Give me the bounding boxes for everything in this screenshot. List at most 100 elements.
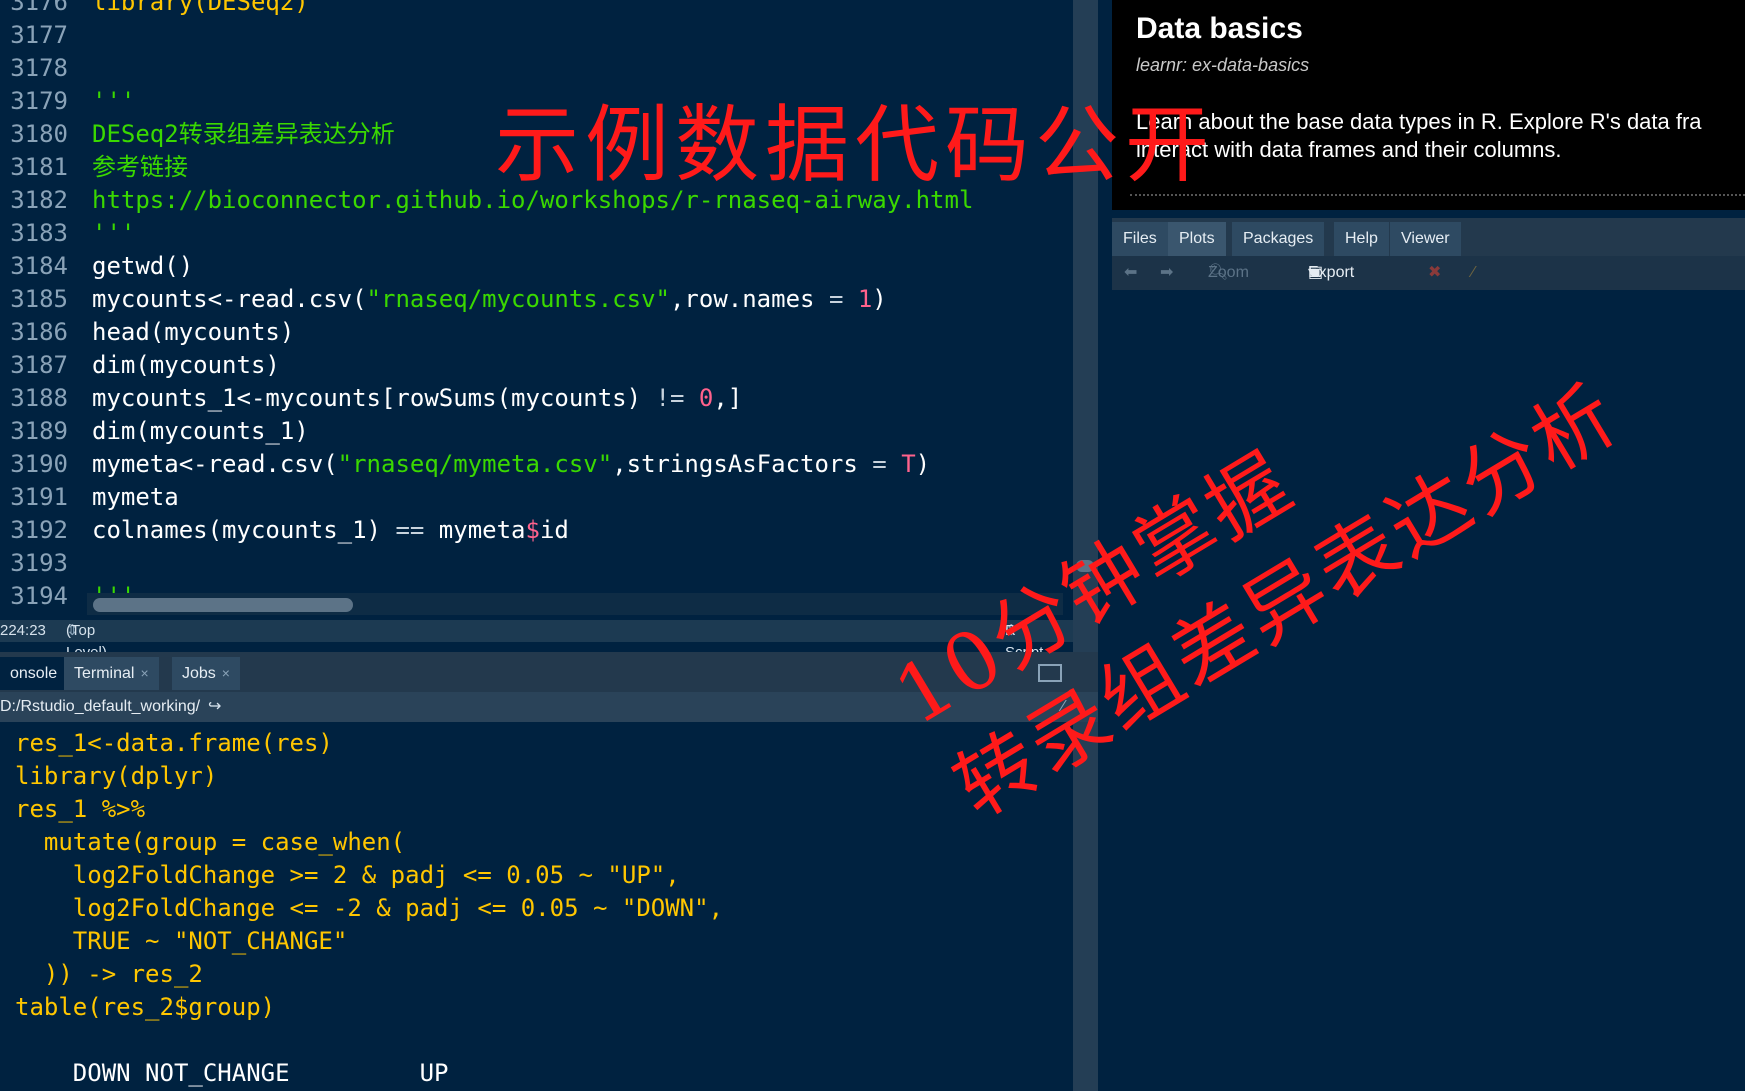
line-number: 3187 [10, 351, 68, 379]
code-token: colnames(mycounts_1) [92, 516, 396, 544]
code-token: mymeta [92, 483, 179, 511]
line-number: 3194 [10, 582, 68, 610]
code-token: 0 [698, 384, 714, 412]
code-token: != [655, 384, 685, 412]
code-text[interactable]: 参考链接 [92, 151, 188, 184]
code-token: = [828, 285, 844, 313]
console-input-line: table(res_2$group) [15, 993, 276, 1021]
code-token: ) [872, 285, 887, 313]
code-token: ,] [713, 384, 743, 412]
code-token: == [395, 516, 425, 544]
tab-terminal-label: Terminal [74, 665, 135, 682]
line-number: 3188 [10, 384, 68, 412]
line-number: 3182 [10, 186, 68, 214]
code-text[interactable]: mycounts_1<-mycounts[rowSums(mycounts) !… [92, 382, 742, 415]
line-number: 3176 [10, 0, 68, 16]
code-text[interactable]: colnames(mycounts_1) == mymeta$id [92, 514, 569, 547]
scope-selector[interactable]: (Top Level) ⇕ [66, 620, 107, 661]
code-text[interactable]: getwd() [92, 250, 193, 283]
code-text[interactable]: ''' [92, 217, 135, 250]
remove-plot-icon[interactable]: ✖ [1428, 256, 1441, 290]
code-text[interactable]: mymeta [92, 481, 179, 514]
chevron-down-icon: ▾ [1308, 264, 1317, 281]
editor-scroll-thumb[interactable] [93, 598, 353, 612]
tab-files[interactable]: Files [1112, 222, 1168, 256]
console-input-line: TRUE ~ "NOT_CHANGE" [15, 927, 348, 955]
code-text[interactable]: head(mycounts) [92, 316, 294, 349]
tutorial-description-line2: interact with data frames and their colu… [1136, 137, 1562, 162]
editor-horizontal-scrollbar[interactable] [87, 593, 1063, 615]
console-input-line: log2FoldChange >= 2 & padj <= 0.05 ~ "UP… [15, 861, 680, 889]
code-token: getwd() [92, 252, 194, 280]
code-token: id [539, 516, 569, 544]
cursor-position: 224:23 [0, 622, 46, 639]
tab-console[interactable]: onsole [0, 657, 68, 690]
watermark-top: 示例数据代码公开 [495, 96, 1216, 194]
right-pane-tabbar: Files Plots Packages Help Viewer [1112, 218, 1745, 256]
code-token: mycounts<-read.csv( [92, 285, 367, 313]
code-text[interactable]: mycounts<-read.csv("rnaseq/mycounts.csv"… [92, 283, 887, 316]
line-number: 3190 [10, 450, 68, 478]
code-token: ) [915, 450, 931, 478]
console-input-line: )) -> res_2 [15, 960, 203, 988]
code-token: = [872, 450, 887, 478]
tab-console-label: onsole [10, 665, 58, 682]
line-number: 3177 [10, 21, 68, 49]
tab-terminal[interactable]: Terminal × [64, 657, 159, 690]
code-token: head(mycounts) [92, 318, 295, 346]
tutorial-subtitle: learnr: ex-data-basics [1136, 55, 1310, 75]
code-token: 参考链接 [92, 153, 188, 181]
tab-plots[interactable]: Plots [1168, 222, 1226, 256]
code-text[interactable]: ''' [92, 85, 135, 118]
close-icon[interactable]: × [140, 665, 148, 681]
console-input-line: res_1<-data.frame(res) [15, 729, 333, 757]
code-token: ,stringsAsFactors [612, 450, 873, 478]
tab-help[interactable]: Help [1334, 222, 1389, 256]
back-arrow-icon[interactable]: ⬅ [1124, 256, 1137, 290]
code-token: 1 [857, 285, 873, 313]
line-number: 3179 [10, 87, 68, 115]
tab-viewer[interactable]: Viewer [1390, 222, 1461, 256]
code-text[interactable]: mymeta<-read.csv("rnaseq/mymeta.csv",str… [92, 448, 930, 481]
line-number: 3178 [10, 54, 68, 82]
console-input-line: library(dplyr) [15, 762, 218, 790]
line-number: 3186 [10, 318, 68, 346]
tutorial-description: Learn about the base data types in R. Ex… [1136, 108, 1702, 164]
line-number: 3193 [10, 549, 68, 577]
tab-packages[interactable]: Packages [1232, 222, 1325, 256]
line-number: 3189 [10, 417, 68, 445]
code-token: dim(mycounts_1) [92, 417, 309, 445]
goto-directory-icon[interactable]: ↪ [208, 692, 221, 722]
line-number: 3184 [10, 252, 68, 280]
code-token: ,row.names [669, 285, 829, 313]
line-number: 3192 [10, 516, 68, 544]
working-directory: D:/Rstudio_default_working/ [0, 698, 201, 715]
code-text[interactable]: DESeq2转录组差异表达分析 [92, 118, 395, 151]
code-text[interactable]: library(DESeq2) [92, 0, 309, 19]
code-token: "rnaseq/mymeta.csv" [337, 450, 613, 478]
tutorial-description-line1: Learn about the base data types in R. Ex… [1136, 109, 1702, 134]
console-output[interactable]: res_1<-data.frame(res) library(dplyr) res_… [0, 722, 1073, 1091]
code-token: ''' [92, 87, 136, 115]
code-token: ''' [92, 219, 136, 247]
forward-arrow-icon[interactable]: ➡ [1160, 256, 1173, 290]
code-token: mymeta<-read.csv( [92, 450, 338, 478]
code-token: $ [525, 516, 540, 544]
line-number: 3183 [10, 219, 68, 247]
console-output-line: DOWN NOT_CHANGE UP [15, 1059, 449, 1087]
clear-plots-broom-icon[interactable]: ⁄ [1472, 256, 1475, 290]
tab-jobs[interactable]: Jobs × [172, 657, 240, 690]
code-token: dim(mycounts) [92, 351, 280, 379]
console-input-line: res_1 %>% [15, 795, 146, 823]
code-text[interactable]: dim(mycounts_1) [92, 415, 309, 448]
code-token: T [901, 450, 916, 478]
code-text[interactable]: dim(mycounts) [92, 349, 280, 382]
line-number: 3191 [10, 483, 68, 511]
zoom-label: Zoom [1208, 264, 1249, 281]
tutorial-title: Data basics [1136, 12, 1303, 45]
line-number: 3185 [10, 285, 68, 313]
close-icon[interactable]: × [222, 665, 230, 681]
code-token: "rnaseq/mycounts.csv" [366, 285, 670, 313]
